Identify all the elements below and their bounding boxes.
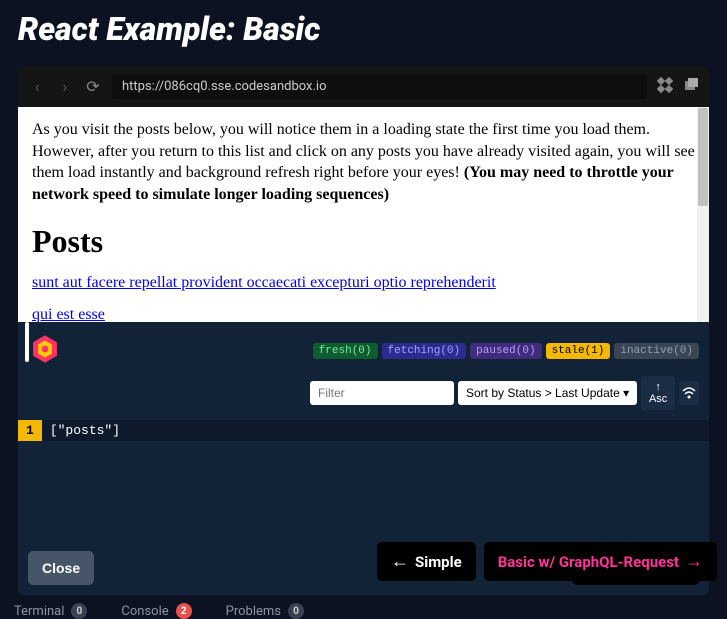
tab-count: 0 xyxy=(71,603,87,619)
grid-icon[interactable] xyxy=(657,77,673,97)
react-query-logo-icon xyxy=(28,332,62,370)
next-page-button[interactable]: Basic w/ GraphQL-Request → xyxy=(484,542,717,581)
resize-handle[interactable] xyxy=(25,322,29,362)
content-area: As you visit the posts below, you will n… xyxy=(18,107,709,322)
close-button[interactable]: Close xyxy=(28,551,94,585)
page-title: React Example: Basic xyxy=(0,0,727,66)
tab-count: 2 xyxy=(176,603,192,619)
sort-button[interactable]: Sort by Status > Last Update ▾ xyxy=(458,381,637,405)
posts-heading: Posts xyxy=(32,223,695,260)
forward-icon[interactable]: › xyxy=(56,77,74,96)
post-link[interactable]: qui est esse xyxy=(32,306,695,322)
bottom-tabs: Terminal 0 Console 2 Problems 0 xyxy=(0,595,727,619)
badge-inactive[interactable]: inactive(0) xyxy=(614,343,699,359)
query-key: ["posts"] xyxy=(42,420,128,441)
browser-chrome: ‹ › ⟳ https://086cq0.sse.codesandbox.io … xyxy=(18,66,709,595)
scrollbar-track[interactable] xyxy=(697,107,709,322)
prev-page-button[interactable]: ← Simple xyxy=(377,542,476,581)
tab-label: Console xyxy=(121,604,168,619)
query-count: 1 xyxy=(18,420,42,441)
next-label: Basic w/ GraphQL-Request xyxy=(498,553,679,571)
tab-terminal[interactable]: Terminal 0 xyxy=(14,603,87,619)
nav-bar: ‹ › ⟳ https://086cq0.sse.codesandbox.io xyxy=(18,66,709,107)
badge-fresh[interactable]: fresh(0) xyxy=(313,343,378,359)
badge-fetching[interactable]: fetching(0) xyxy=(382,343,467,359)
pagination-nav: ← Simple Basic w/ GraphQL-Request → xyxy=(377,542,717,581)
back-icon[interactable]: ‹ xyxy=(28,77,46,96)
devtools-header: fresh(0) fetching(0) paused(0) stale(1) … xyxy=(18,322,709,376)
devtools-controls: Sort by Status > Last Update ▾ ↑ Asc xyxy=(18,376,709,420)
tab-label: Problems xyxy=(226,604,281,619)
reload-icon[interactable]: ⟳ xyxy=(84,77,102,96)
query-row[interactable]: 1 ["posts"] xyxy=(18,420,709,441)
wifi-icon[interactable] xyxy=(679,381,699,405)
arrow-right-icon: → xyxy=(685,551,703,572)
url-bar[interactable]: https://086cq0.sse.codesandbox.io xyxy=(112,74,647,99)
window-icon[interactable] xyxy=(683,77,699,97)
tab-problems[interactable]: Problems 0 xyxy=(226,603,304,619)
badge-stale[interactable]: stale(1) xyxy=(546,343,611,359)
prev-label: Simple xyxy=(415,553,462,571)
scrollbar-thumb[interactable] xyxy=(698,108,708,206)
badge-paused[interactable]: paused(0) xyxy=(470,343,541,359)
filter-input[interactable] xyxy=(310,381,454,405)
asc-button[interactable]: ↑ Asc xyxy=(641,376,675,410)
intro-text: As you visit the posts below, you will n… xyxy=(32,119,695,205)
status-badges: fresh(0) fetching(0) paused(0) stale(1) … xyxy=(313,343,699,359)
post-link[interactable]: sunt aut facere repellat provident occae… xyxy=(32,274,695,292)
arrow-left-icon: ← xyxy=(391,551,409,572)
devtools-body xyxy=(18,441,709,541)
tab-count: 0 xyxy=(288,603,304,619)
tab-label: Terminal xyxy=(14,604,64,619)
tab-console[interactable]: Console 2 xyxy=(121,603,191,619)
